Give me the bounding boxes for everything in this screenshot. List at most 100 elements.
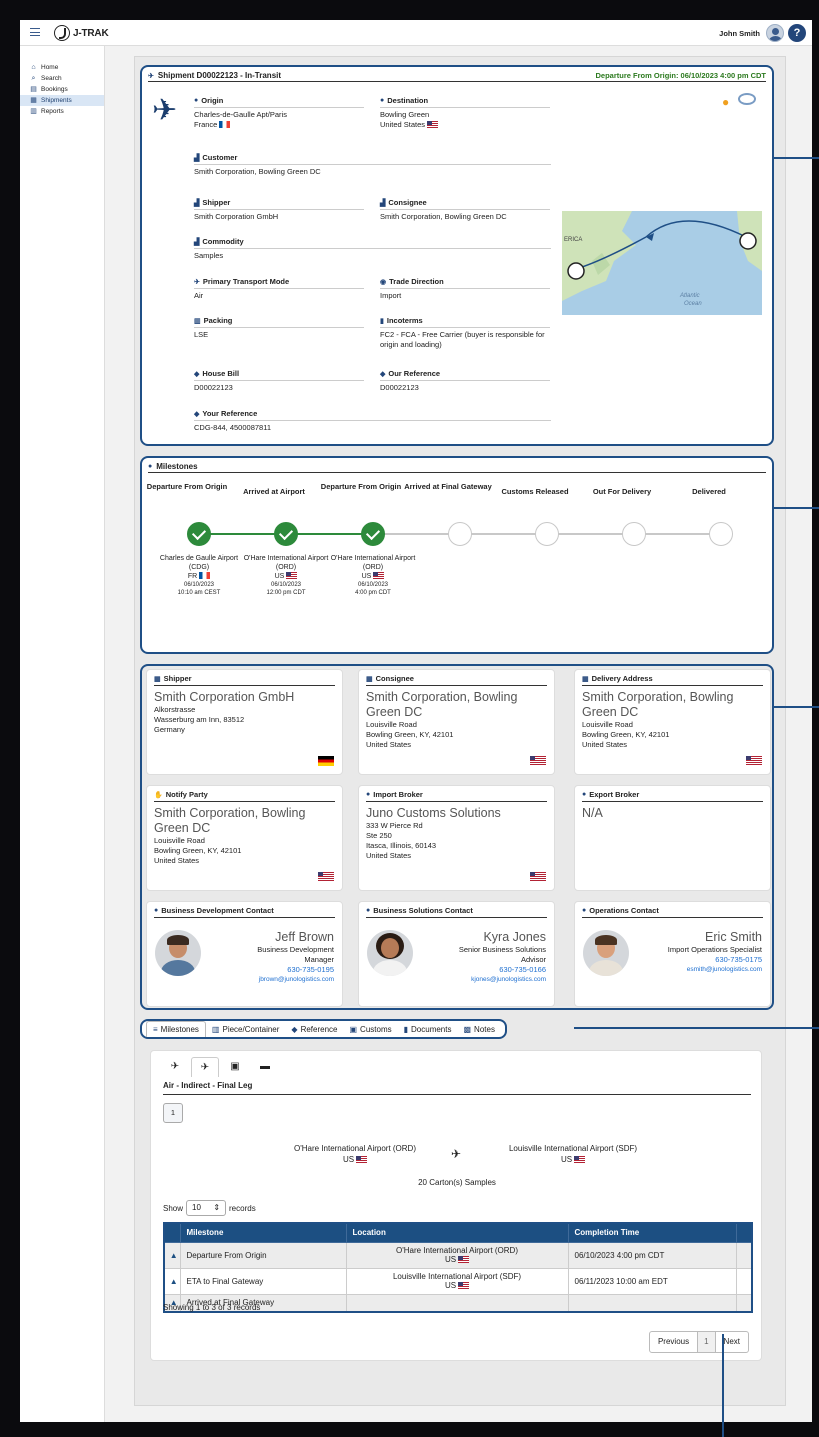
sidebar-item-shipments[interactable]: ▦ Shipments bbox=[20, 95, 104, 106]
address-line: Louisville Road bbox=[582, 720, 633, 729]
milestones-title: ● Milestones bbox=[148, 462, 198, 471]
callout-line bbox=[722, 1334, 724, 1437]
bd-contact-title: ● Business Development Contact bbox=[154, 906, 335, 918]
address-line: United States bbox=[366, 851, 412, 860]
document-icon: ▮ bbox=[403, 1024, 409, 1034]
address-line: Wasserburg am Inn, 83512 bbox=[154, 715, 245, 724]
building-icon: ▦ bbox=[366, 675, 373, 683]
flag-us-icon bbox=[530, 756, 546, 766]
watch-eye-icon[interactable] bbox=[738, 93, 756, 105]
help-button[interactable]: ? bbox=[788, 24, 806, 42]
factory-icon: ▟ bbox=[194, 238, 200, 246]
current-page-button[interactable]: 1 bbox=[697, 1332, 715, 1352]
user-name[interactable]: John Smith bbox=[719, 29, 760, 38]
home-icon: ⌂ bbox=[31, 64, 36, 71]
sidebar-item-bookings[interactable]: ▤ Bookings bbox=[20, 84, 104, 95]
table-cell-milestone: Departure From Origin bbox=[179, 1241, 347, 1269]
contact-phone-link[interactable]: 630-735-0166 bbox=[416, 965, 546, 975]
tab-customs[interactable]: ▣ Customs bbox=[343, 1022, 397, 1037]
house-bill-label: ◆ House Bill bbox=[194, 369, 364, 381]
milestone-pending-icon bbox=[535, 522, 559, 546]
destination-field: ● Destination Bowling Green United States bbox=[380, 96, 550, 130]
leg-page-button[interactable]: 1 bbox=[163, 1103, 183, 1123]
milestone-step-title: Arrived at Final Gateway bbox=[404, 482, 492, 491]
tab-milestones[interactable]: ≡ Milestones bbox=[146, 1021, 206, 1037]
export-broker-card: ● Export Broker N/A bbox=[574, 785, 771, 891]
milestone-step-title: Departure From Origin bbox=[320, 482, 402, 491]
bell-icon[interactable]: ▲ bbox=[163, 1241, 181, 1269]
milestone-time: 12:00 pm CDT bbox=[266, 590, 306, 596]
app-logo[interactable]: J-TRAK bbox=[54, 25, 109, 41]
address-line: Louisville Road bbox=[154, 836, 205, 845]
tab-documents[interactable]: ▮ Documents bbox=[398, 1022, 458, 1037]
origin-country: France bbox=[194, 120, 218, 129]
contact-phone-link[interactable]: 630-735-0195 bbox=[204, 965, 334, 975]
truck-icon[interactable]: ▬ bbox=[251, 1057, 279, 1077]
flag-germany-icon bbox=[318, 756, 334, 766]
route-map-svg: ERICA Atlantic Ocean bbox=[562, 211, 762, 307]
bell-icon[interactable]: ▲ bbox=[163, 1267, 181, 1295]
flag-us-icon bbox=[356, 1156, 368, 1163]
parties-section: ▦ Shipper Smith Corporation GmbH Alkorstr… bbox=[140, 664, 774, 1010]
milestone-complete-icon bbox=[187, 522, 211, 546]
destination-marker-icon[interactable] bbox=[567, 262, 585, 280]
import-broker-name: Juno Customs Solutions bbox=[366, 806, 501, 820]
hazard-flame-icon[interactable]: ● bbox=[722, 95, 729, 109]
table-row[interactable]: ▲ Departure From Origin O'Hare Internati… bbox=[163, 1241, 753, 1269]
table-header[interactable]: Location bbox=[345, 1222, 569, 1243]
tab-reference[interactable]: ◆ Reference bbox=[285, 1022, 343, 1037]
notes-icon: ▩ bbox=[463, 1024, 472, 1034]
menu-icon[interactable] bbox=[30, 28, 40, 36]
location-pin-icon: ● bbox=[194, 97, 199, 104]
customs-icon: ▣ bbox=[349, 1024, 358, 1034]
consignee-card-title: ▦ Consignee bbox=[366, 674, 547, 686]
milestone-step-title: Out For Delivery bbox=[592, 487, 652, 496]
table-header[interactable]: Milestone bbox=[179, 1222, 347, 1243]
air-mode-tab[interactable]: ✈ bbox=[161, 1057, 189, 1077]
milestones-card: ● Milestones Departure From Origin Arrive… bbox=[140, 456, 774, 654]
notify-party-card: ✋ Notify Party Smith Corporation, Bowling… bbox=[146, 785, 343, 891]
avatar[interactable] bbox=[766, 24, 784, 42]
table-header[interactable]: Completion Time bbox=[567, 1222, 737, 1243]
departure-status: Departure From Origin: 06/10/2023 4:00 p… bbox=[595, 71, 766, 80]
packing-value: LSE bbox=[194, 330, 209, 339]
milestone-complete-icon bbox=[361, 522, 385, 546]
incoterms-label-text: Incoterms bbox=[386, 316, 423, 325]
contact-role: Manager bbox=[304, 955, 334, 964]
previous-page-button[interactable]: Previous bbox=[650, 1332, 697, 1352]
sidebar-item-home[interactable]: ⌂ Home bbox=[20, 62, 104, 73]
address-line: Itasca, Illinois, 60143 bbox=[366, 841, 437, 850]
tab-notes[interactable]: ▩ Notes bbox=[457, 1022, 500, 1037]
next-page-button[interactable]: Next bbox=[714, 1332, 748, 1352]
milestone-pending-icon bbox=[709, 522, 733, 546]
milestone-step-title: Arrived at Airport bbox=[243, 487, 305, 496]
clipboard-icon[interactable]: ▣ bbox=[221, 1057, 249, 1077]
contact-phone-link[interactable]: 630-735-0175 bbox=[632, 955, 762, 965]
sidebar-item-label: Bookings bbox=[41, 86, 68, 93]
house-bill-label-text: House Bill bbox=[202, 369, 240, 378]
trade-direction-label: ◉ Trade Direction bbox=[380, 277, 550, 289]
tab-piece-container[interactable]: ▥ Piece/Container bbox=[206, 1022, 285, 1037]
milestone-pending-icon bbox=[448, 522, 472, 546]
origin-marker-icon[interactable] bbox=[739, 232, 757, 250]
route-map[interactable]: ERICA Atlantic Ocean bbox=[562, 211, 762, 315]
packing-field: ▥ Packing LSE bbox=[194, 316, 364, 340]
incoterms-value: FC2 - FCA - Free Carrier (buyer is respo… bbox=[380, 330, 545, 349]
table-row[interactable]: ▲ ETA to Final Gateway Louisville Intern… bbox=[163, 1267, 753, 1295]
contact-email-link[interactable]: kjones@junologistics.com bbox=[416, 975, 546, 985]
contact-role: Advisor bbox=[520, 955, 546, 964]
house-bill-value: D00022123 bbox=[194, 383, 233, 392]
air-leg-mode-tab[interactable]: ✈ bbox=[191, 1057, 219, 1077]
origin-value: Charles-de-Gaulle Apt/Paris France bbox=[194, 108, 364, 130]
contact-email-link[interactable]: jbrown@junologistics.com bbox=[204, 975, 334, 985]
table-cell-location bbox=[345, 1293, 569, 1313]
divider bbox=[148, 472, 766, 473]
our-reference-value: D00022123 bbox=[380, 383, 419, 392]
contact-email-link[interactable]: esmith@junologistics.com bbox=[632, 965, 762, 975]
sidebar-item-reports[interactable]: ▥ Reports bbox=[20, 106, 104, 117]
your-reference-field: ◆ Your Reference CDG-844, 4500087811 bbox=[194, 409, 551, 433]
list-icon: ≡ bbox=[153, 1025, 158, 1034]
sidebar-item-search[interactable]: ⌕ Search bbox=[20, 73, 104, 84]
table-cell-extra bbox=[735, 1241, 753, 1269]
page-size-select[interactable]: 10 bbox=[186, 1200, 227, 1216]
